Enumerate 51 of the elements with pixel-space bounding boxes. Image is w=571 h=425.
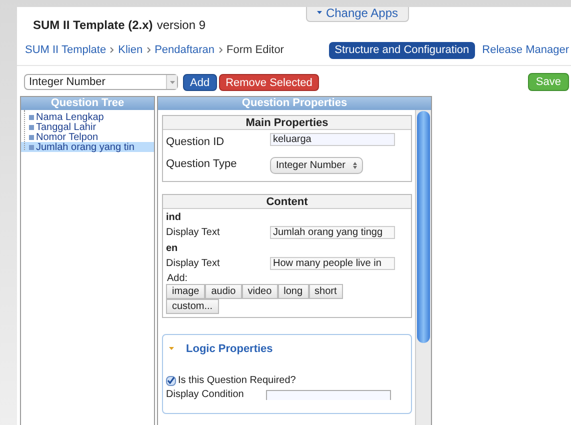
section-title: Main Properties bbox=[163, 116, 411, 130]
panel-header: Question Tree bbox=[21, 97, 154, 110]
caret-icon bbox=[316, 11, 322, 14]
field-label: Question ID bbox=[166, 135, 226, 150]
add-media-button[interactable]: audio bbox=[205, 284, 242, 298]
add-media-button[interactable]: long bbox=[278, 284, 309, 298]
field-label: Display Text bbox=[166, 226, 221, 240]
panel-header: Question Properties bbox=[158, 97, 431, 110]
display-condition-field[interactable] bbox=[266, 390, 391, 400]
expand-arrow-icon[interactable] bbox=[169, 347, 174, 350]
change-apps-button[interactable]: Change Apps bbox=[306, 7, 409, 22]
scrollbar-thumb[interactable] bbox=[417, 111, 430, 343]
version-label: version 9 bbox=[156, 17, 206, 34]
checkbox-label: Is this Question Required? bbox=[178, 374, 296, 388]
chevron-icon bbox=[218, 47, 223, 53]
breadcrumb-current: Form Editor bbox=[226, 42, 284, 58]
question-type-select[interactable]: Integer Number bbox=[24, 74, 178, 90]
field-label: Display Text bbox=[166, 257, 221, 271]
question-type-select[interactable]: Integer Number bbox=[270, 156, 363, 174]
add-media-button[interactable]: image bbox=[166, 284, 206, 298]
breadcrumb-link[interactable]: SUM II Template bbox=[25, 42, 106, 58]
question-id-field[interactable]: keluarga bbox=[270, 133, 395, 146]
add-media-button[interactable]: custom... bbox=[166, 298, 219, 314]
remove-button[interactable]: Remove Selected bbox=[218, 74, 320, 90]
tree-item[interactable]: Nomor Telpon bbox=[21, 132, 154, 142]
scrollbar[interactable] bbox=[415, 110, 431, 425]
tree-item[interactable]: Tanggal Lahir bbox=[21, 122, 154, 132]
display-text-field[interactable]: How many people live in bbox=[270, 257, 395, 270]
add-media-button[interactable]: short bbox=[308, 284, 343, 298]
breadcrumb-link[interactable]: Pendaftaran bbox=[154, 42, 215, 58]
required-checkbox[interactable] bbox=[166, 376, 176, 386]
field-label: Display Condition bbox=[166, 389, 245, 400]
add-media-button[interactable]: video bbox=[242, 284, 278, 298]
language-code: ind bbox=[166, 210, 182, 224]
section-title: Logic Properties bbox=[186, 342, 273, 356]
nav-tab[interactable]: Release Manager bbox=[480, 42, 571, 58]
add-label: Add: bbox=[166, 272, 189, 284]
add-button[interactable]: Add bbox=[183, 74, 217, 90]
field-label: Question Type bbox=[166, 156, 238, 172]
tree-item[interactable]: Nama Lengkap bbox=[21, 112, 154, 122]
chevron-icon bbox=[110, 47, 114, 53]
stepper-icon bbox=[353, 162, 357, 168]
breadcrumb-link[interactable]: Klien bbox=[118, 42, 143, 58]
tree-item[interactable]: Jumlah orang yang tin bbox=[21, 142, 154, 152]
dropdown-arrow-icon bbox=[170, 80, 174, 84]
nav-tab[interactable]: Structure and Configuration bbox=[328, 42, 476, 58]
chevron-icon bbox=[146, 47, 151, 53]
language-code: en bbox=[166, 242, 179, 254]
section-title: Content bbox=[163, 194, 411, 208]
display-text-field[interactable]: Jumlah orang yang tingg bbox=[270, 226, 395, 239]
app-title: SUM II Template (2.x) bbox=[33, 17, 153, 34]
